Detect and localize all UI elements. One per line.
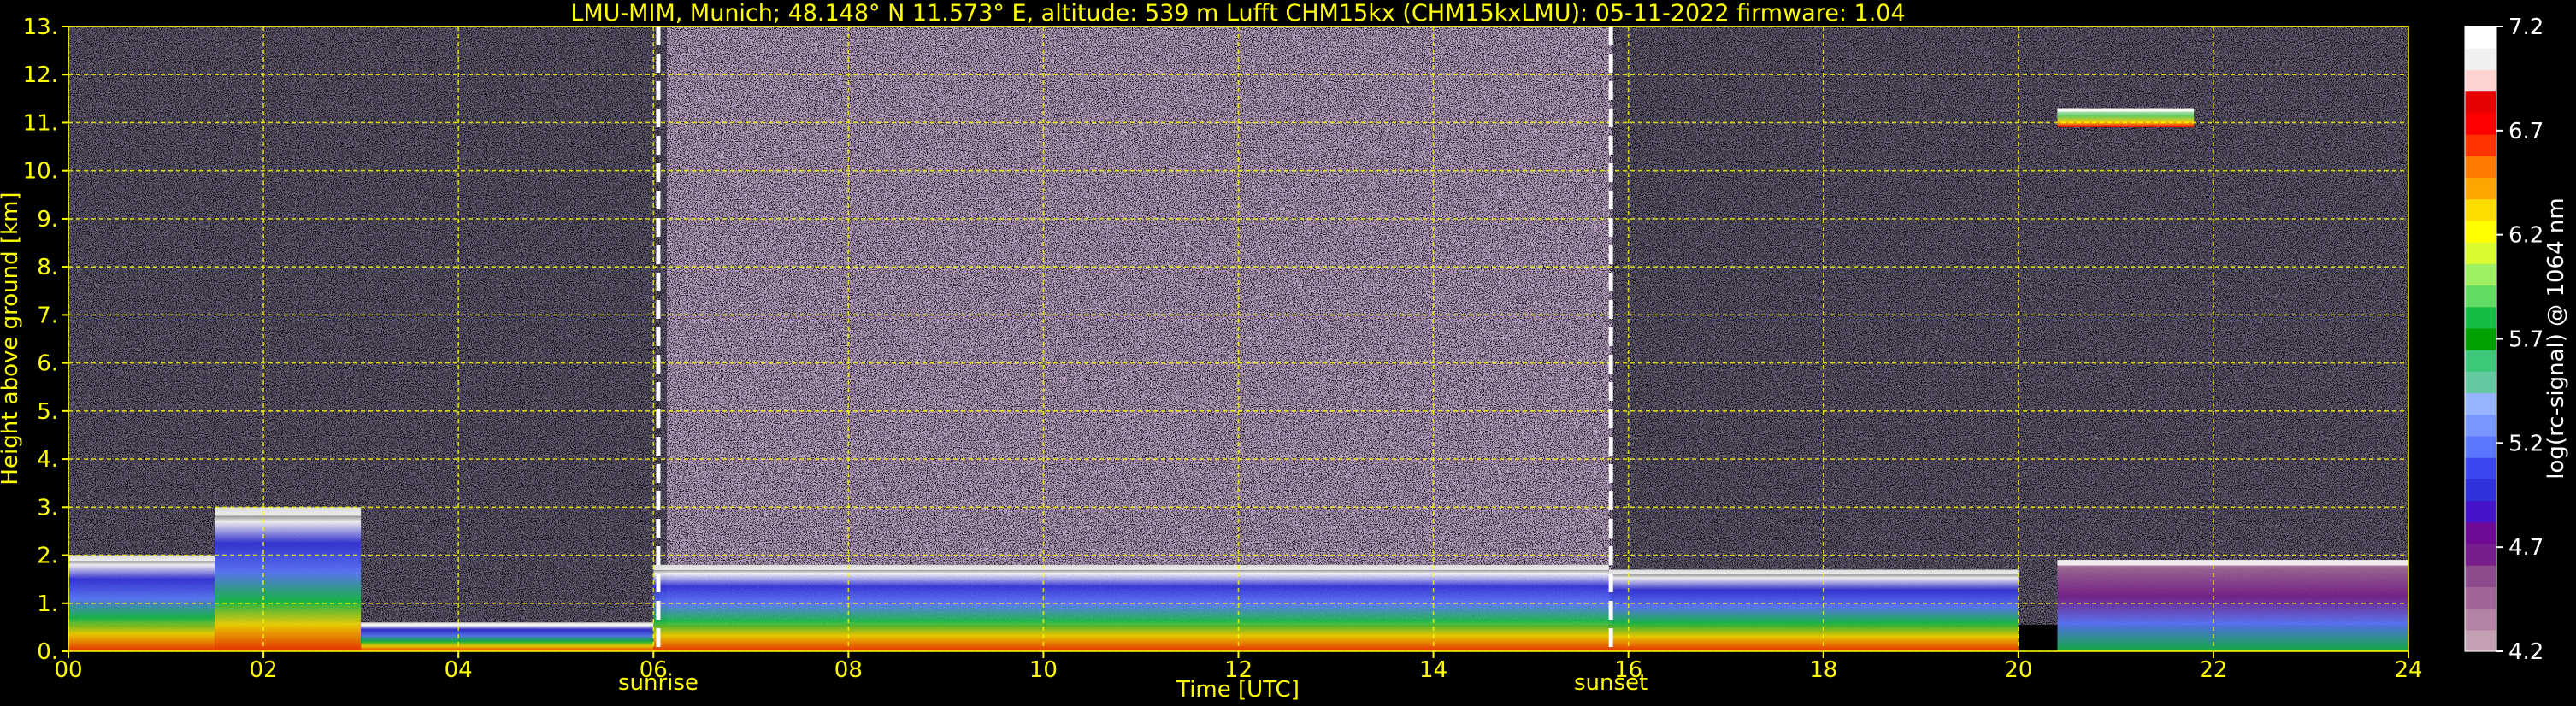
x-tick-label-22: 22	[2199, 657, 2227, 683]
colorbar-swatch-12	[2465, 371, 2496, 394]
x-tick-label-08: 08	[834, 657, 863, 683]
signal-layer-2	[361, 622, 654, 651]
y-tick-label-8: 8.	[37, 255, 58, 280]
layer-top-5	[2057, 560, 2408, 566]
y-tick-label-4: 4.	[37, 447, 58, 473]
x-tick-label-18: 18	[1809, 657, 1837, 683]
colorbar-swatch-23	[2465, 134, 2496, 156]
x-tick-label-14: 14	[1419, 657, 1447, 683]
x-tick-label-20: 20	[2004, 657, 2032, 683]
layer-top-3	[653, 564, 1609, 570]
colorbar-swatch-5	[2465, 521, 2496, 544]
colorbar-swatch-0	[2465, 629, 2496, 652]
colorbar-swatch-22	[2465, 156, 2496, 179]
colorbar-swatch-26	[2465, 69, 2496, 92]
signal-layer-3	[653, 564, 1609, 651]
x-tick-label-02: 02	[250, 657, 278, 683]
colorbar-swatch-19	[2465, 220, 2496, 243]
colorbar-swatch-17	[2465, 263, 2496, 286]
colorbar-swatch-14	[2465, 327, 2496, 350]
colorbar-tick-label-0: 4.2	[2508, 639, 2544, 665]
colorbar-swatch-3	[2465, 565, 2496, 587]
colorbar-swatch-16	[2465, 285, 2496, 308]
ceilometer-figure: LMU-MIM, Munich; 48.148° N 11.573° E, al…	[0, 0, 2569, 703]
colorbar-tick-label-5: 6.7	[2508, 119, 2544, 144]
colorbar-swatch-27	[2465, 48, 2496, 71]
y-tick-label-7: 7.	[37, 303, 58, 328]
x-tick-label-04: 04	[445, 657, 473, 683]
sunset-label: sunset	[1574, 670, 1648, 696]
colorbar-swatch-21	[2465, 177, 2496, 200]
y-tick-label-2: 2.	[37, 544, 58, 569]
colorbar-swatch-28	[2465, 26, 2496, 49]
signal-layer-5	[2057, 560, 2408, 651]
chart-title: LMU-MIM, Munich; 48.148° N 11.573° E, al…	[570, 0, 1905, 26]
night-noise-right	[1612, 26, 2408, 625]
layer-top-0	[68, 555, 215, 562]
y-tick-label-5: 5.	[37, 399, 58, 425]
layer-top-4	[1608, 569, 2019, 575]
y-axis: 0.1.2.3.4.5.6.7.8.9.10.11.12.13.	[23, 15, 68, 665]
colorbar-swatch-9	[2465, 435, 2496, 458]
signal-layer-4	[1608, 569, 2019, 651]
y-tick-label-3: 3.	[37, 495, 58, 521]
colorbar-tick-label-6: 7.2	[2508, 15, 2544, 40]
colorbar-swatch-13	[2465, 350, 2496, 372]
colorbar-tick-label-1: 4.7	[2508, 535, 2544, 561]
colorbar-tick-label-2: 5.2	[2508, 431, 2544, 456]
colorbar-swatch-4	[2465, 543, 2496, 566]
layer-top-2	[361, 622, 654, 627]
x-tick-label-00: 00	[54, 657, 82, 683]
colorbar-swatch-24	[2465, 112, 2496, 135]
y-axis-label: Height above ground [km]	[0, 191, 23, 485]
colorbar-label: log(rc-signal) @ 1064 nm	[2544, 197, 2569, 479]
colorbar-swatch-8	[2465, 457, 2496, 479]
y-tick-label-1: 1.	[37, 591, 58, 617]
y-tick-label-9: 9.	[37, 207, 58, 232]
colorbar-swatch-10	[2465, 414, 2496, 437]
colorbar-swatch-7	[2465, 479, 2496, 502]
y-tick-label-10: 10.	[23, 159, 58, 185]
colorbar-swatch-15	[2465, 306, 2496, 329]
colorbar-tick-label-4: 6.2	[2508, 223, 2544, 249]
plot-area	[68, 26, 2408, 651]
day-noise	[667, 26, 1612, 625]
colorbar-swatch-1	[2465, 608, 2496, 631]
x-axis-label: Time [UTC]	[1176, 677, 1300, 703]
layer-top-1	[215, 507, 362, 516]
y-tick-label-6: 6.	[37, 351, 58, 377]
colorbar-swatch-11	[2465, 392, 2496, 415]
x-tick-label-24: 24	[2394, 657, 2422, 683]
colorbar-swatch-2	[2465, 586, 2496, 609]
signal-layer-1	[215, 507, 362, 651]
y-tick-label-11: 11.	[23, 110, 58, 136]
colorbar-swatch-18	[2465, 242, 2496, 264]
layer-top-6	[2057, 108, 2195, 112]
colorbar: 4.2 4.7 5.2 5.7 6.2 6.7 7.2	[2464, 15, 2544, 665]
night-noise-left	[68, 26, 667, 625]
x-tick-label-10: 10	[1029, 657, 1058, 683]
colorbar-swatch-6	[2465, 500, 2496, 523]
sunrise-label: sunrise	[618, 670, 699, 696]
y-tick-label-12: 12.	[23, 62, 58, 88]
colorbar-swatch-25	[2465, 91, 2496, 114]
y-tick-label-13: 13.	[23, 15, 58, 40]
colorbar-swatch-20	[2465, 198, 2496, 221]
colorbar-tick-label-3: 5.7	[2508, 327, 2544, 353]
